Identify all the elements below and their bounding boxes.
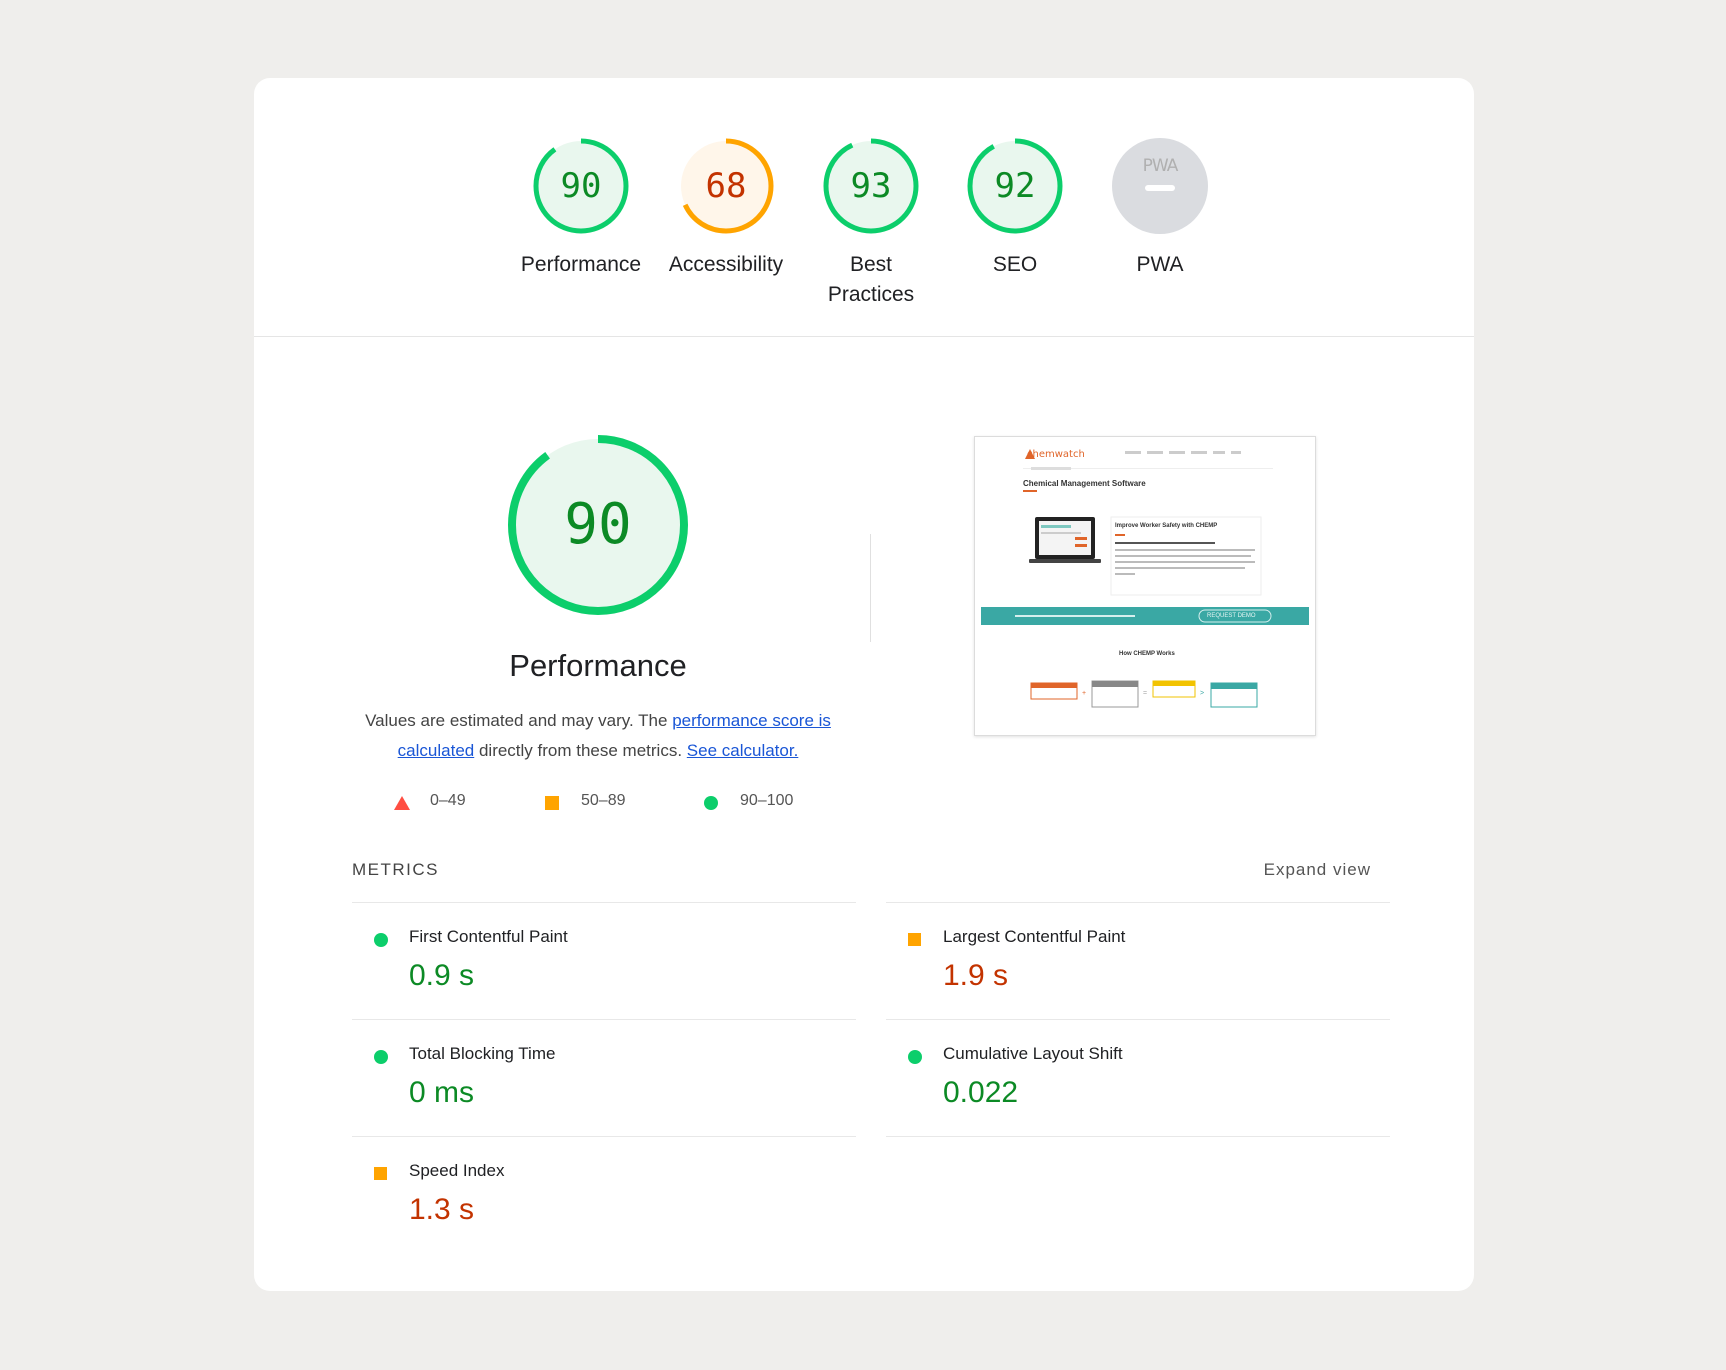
gauge-seo-label: SEO <box>992 253 1038 276</box>
metric-value: 0 ms <box>409 1076 475 1109</box>
metrics-column-left: First Contentful Paint 0.9 s Total Block… <box>352 902 856 1253</box>
metrics-header: METRICS <box>352 860 439 879</box>
gauge-accessibility[interactable]: 68 Accessibility <box>661 136 791 280</box>
thumbnail-page-title: Chemical Management Software <box>1023 479 1146 488</box>
pwa-dash-icon <box>1145 185 1175 191</box>
gauge-pwa-label: PWA <box>1136 253 1184 276</box>
category-gauges: 90 Performance 68 Accessibility 93 Best … <box>254 78 1474 336</box>
metric-name: Total Blocking Time <box>409 1044 556 1063</box>
desc-prefix: Values are estimated and may vary. The <box>365 711 673 730</box>
svg-text:>: > <box>1200 690 1204 697</box>
header-divider <box>254 336 1474 337</box>
metric-speed-index: Speed Index 1.3 s <box>352 1136 856 1253</box>
gauge-accessibility-label: Accessibility <box>668 253 784 276</box>
performance-big-score: 90 <box>564 492 632 557</box>
metric-average-square-icon <box>908 933 921 946</box>
see-calculator-link[interactable]: See calculator. <box>687 741 799 760</box>
gauge-best-practices[interactable]: 93 Best Practices <box>806 136 936 310</box>
metric-value: 1.9 s <box>943 959 1009 992</box>
gauge-seo-score: 92 <box>994 166 1036 206</box>
metric-good-circle-icon <box>374 1050 388 1064</box>
metric-good-circle-icon <box>908 1050 922 1064</box>
gauge-performance[interactable]: 90 Performance <box>516 136 646 280</box>
gauge-seo[interactable]: 92 SEO <box>950 136 1080 280</box>
legend-average-range: 50–89 <box>581 792 626 809</box>
metric-name: First Contentful Paint <box>409 927 568 946</box>
background-frame: 90 Performance 68 Accessibility 93 Best … <box>0 0 1726 1370</box>
final-screenshot-thumbnail[interactable]: + = > chemwatch Chemical Management Soft… <box>974 436 1316 736</box>
gauge-best-practices-score: 93 <box>850 166 892 206</box>
gauge-pwa[interactable]: PWA PWA <box>1095 136 1225 280</box>
expand-view-toggle[interactable]: Expand view <box>1264 860 1371 880</box>
gauge-performance-score: 90 <box>560 166 602 206</box>
svg-text:=: = <box>1143 690 1147 697</box>
metric-total-blocking-time: Total Blocking Time 0 ms <box>352 1019 856 1136</box>
performance-title: Performance <box>509 648 687 683</box>
vertical-divider <box>870 534 871 642</box>
performance-description: Values are estimated and may vary. The p… <box>348 706 848 766</box>
circle-icon <box>704 796 718 810</box>
metrics-column-right: Largest Contentful Paint 1.9 s Cumulativ… <box>886 902 1390 1138</box>
metric-value: 1.3 s <box>409 1193 475 1226</box>
metric-name: Speed Index <box>409 1161 505 1180</box>
gauge-best-practices-label: Best Practices <box>827 253 915 306</box>
thumbnail-heading: Improve Worker Safety with CHEMP <box>1115 523 1218 529</box>
legend-poor-range: 0–49 <box>430 792 466 809</box>
lighthouse-report-card: 90 Performance 68 Accessibility 93 Best … <box>254 78 1474 1291</box>
metric-largest-contentful-paint: Largest Contentful Paint 1.9 s <box>886 902 1390 1019</box>
triangle-icon <box>394 796 410 810</box>
metric-name: Cumulative Layout Shift <box>943 1044 1123 1063</box>
thumbnail-cta: REQUEST DEMO <box>1207 613 1256 619</box>
gauge-accessibility-score: 68 <box>705 166 747 206</box>
metric-value: 0.9 s <box>409 959 475 992</box>
metric-good-circle-icon <box>374 933 388 947</box>
metric-cumulative-layout-shift: Cumulative Layout Shift 0.022 <box>886 1019 1390 1136</box>
square-icon <box>545 796 559 810</box>
legend-good-range: 90–100 <box>740 792 794 809</box>
metrics-divider <box>886 1136 1390 1138</box>
svg-text:+: + <box>1082 690 1086 697</box>
gauge-performance-label: Performance <box>520 253 642 276</box>
thumbnail-logo-text: chemwatch <box>1027 449 1085 460</box>
thumbnail-subheading: How CHEMP Works <box>1119 651 1175 657</box>
metric-first-contentful-paint: First Contentful Paint 0.9 s <box>352 902 856 1019</box>
desc-mid: directly from these metrics. <box>474 741 687 760</box>
metric-value: 0.022 <box>943 1076 1019 1109</box>
pwa-badge-content: PWA <box>1110 136 1210 236</box>
pwa-badge-text: PWA <box>1142 156 1179 176</box>
metric-average-square-icon <box>374 1167 387 1180</box>
metric-name: Largest Contentful Paint <box>943 927 1126 946</box>
